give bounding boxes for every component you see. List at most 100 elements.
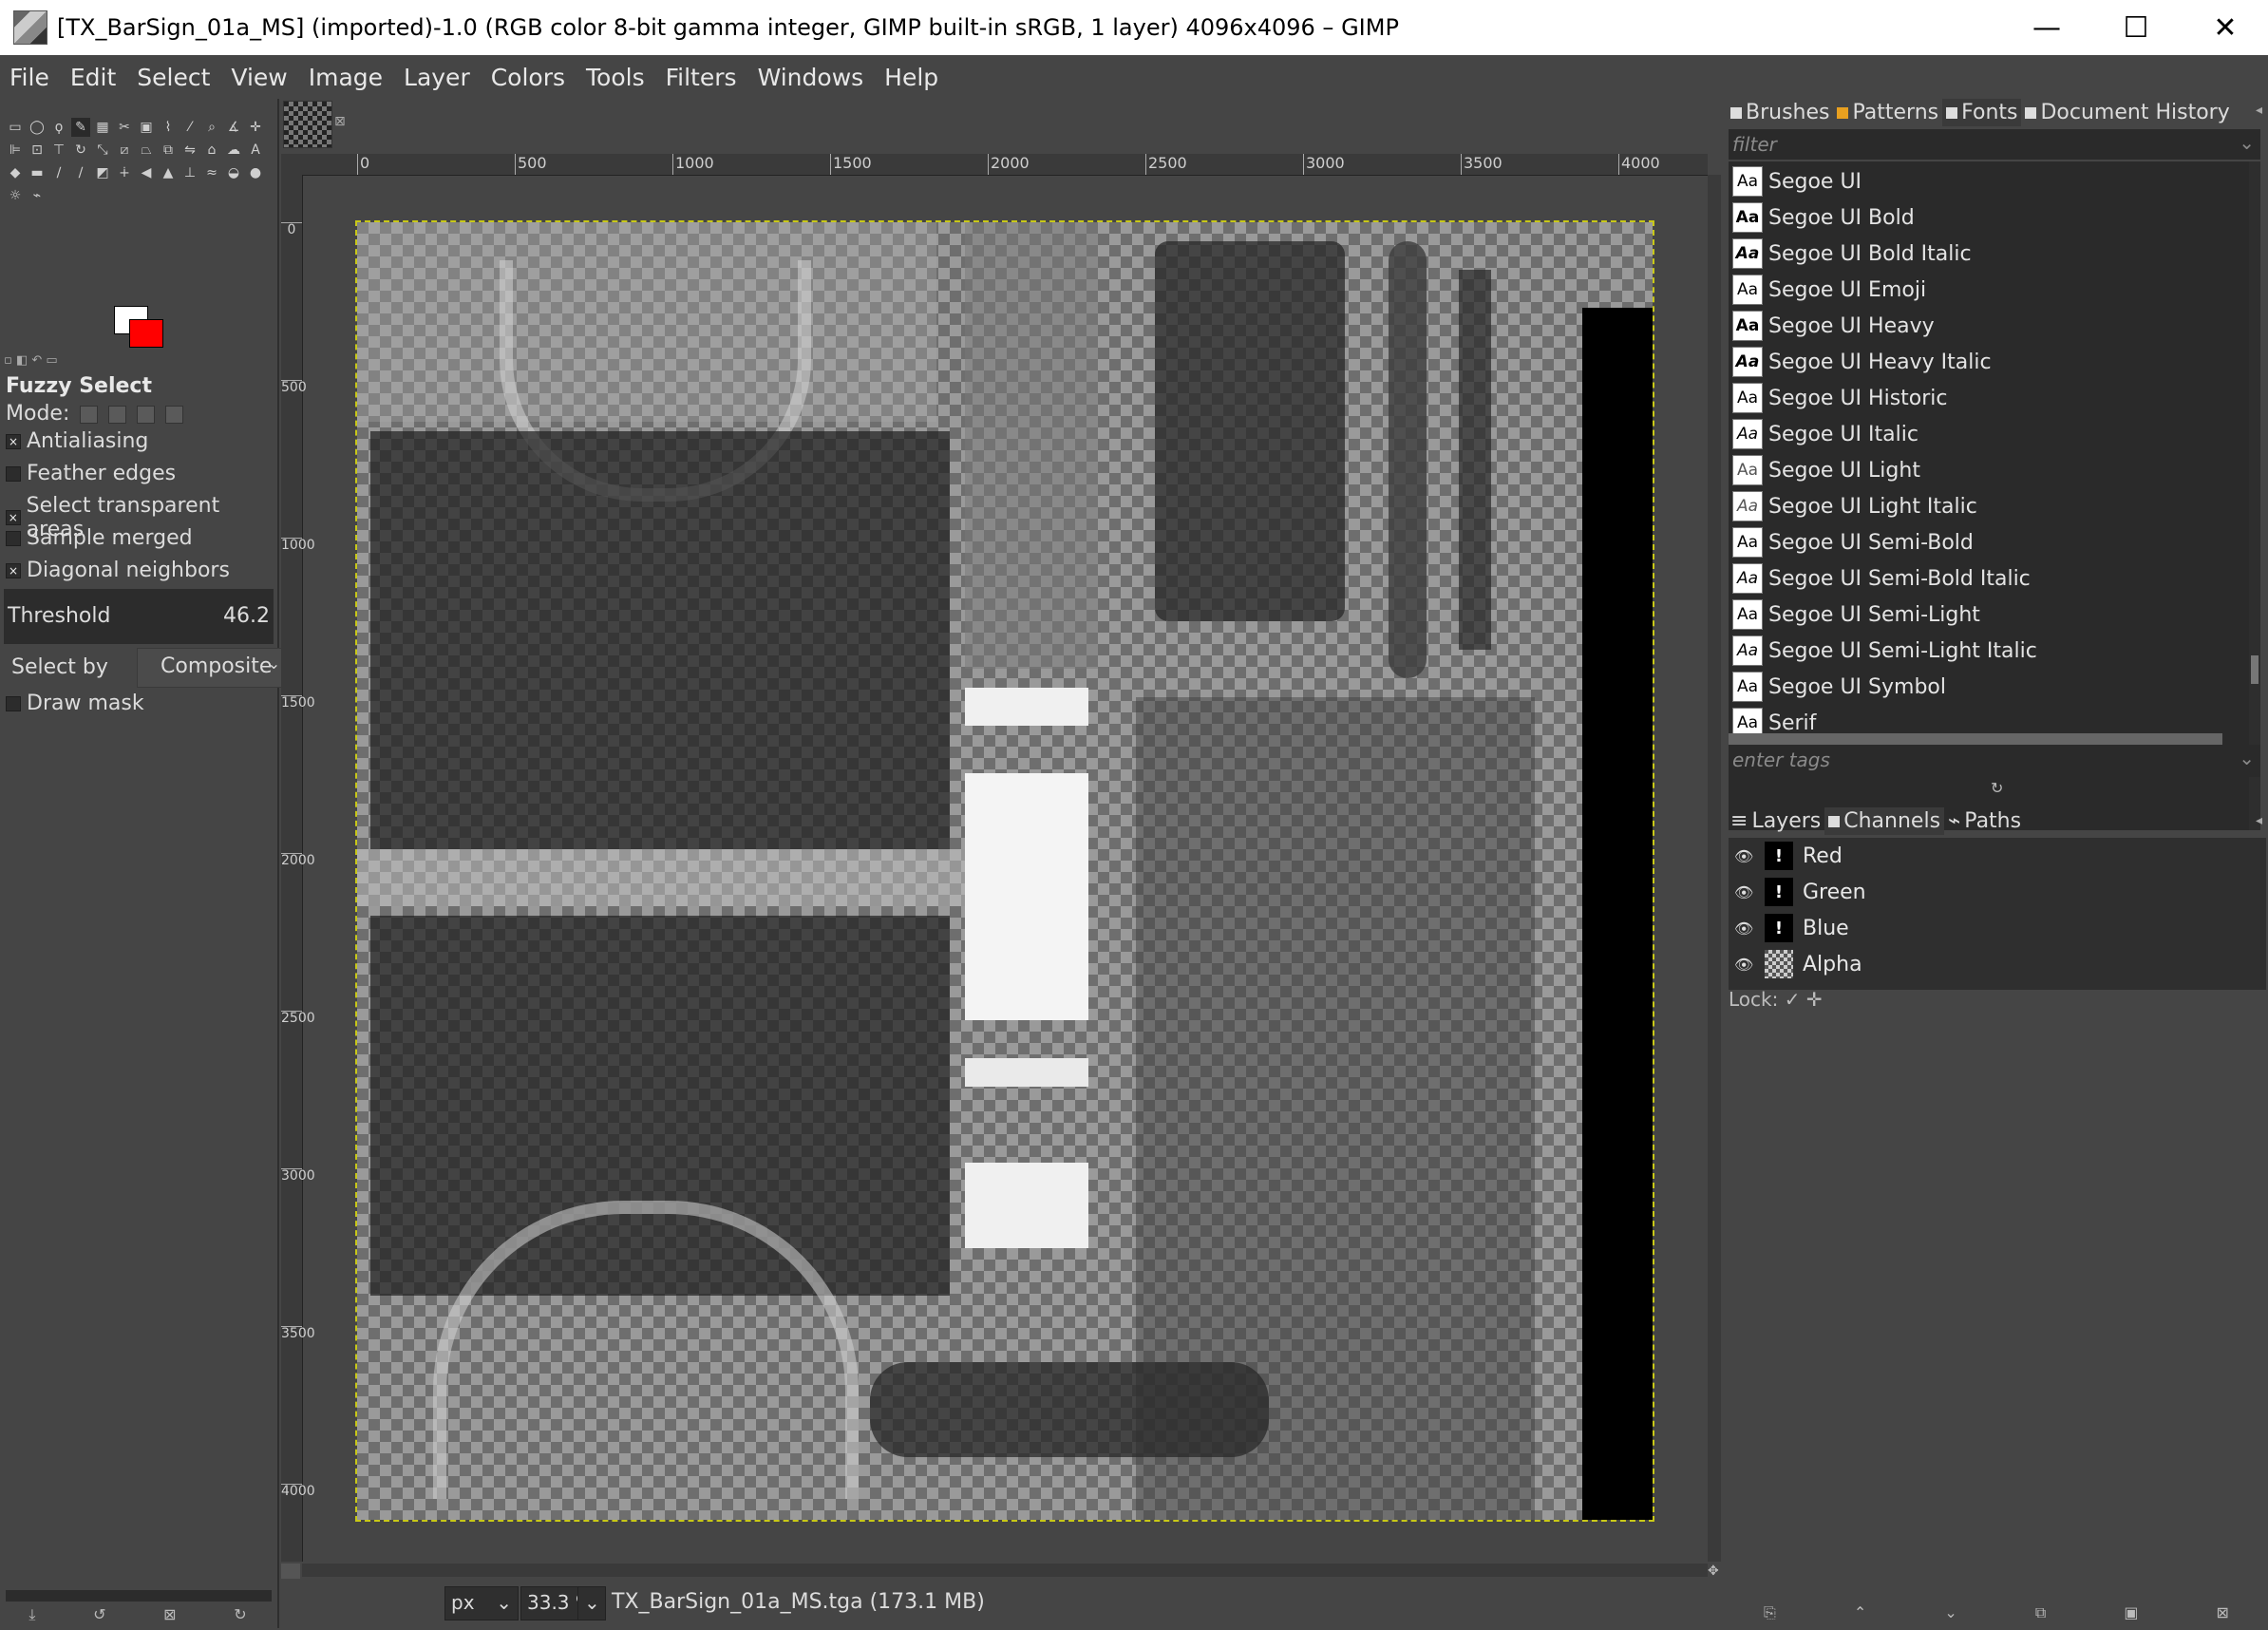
list-item[interactable]: Aa Segoe UI Semi-Light (1729, 597, 2249, 633)
select-by-color-icon[interactable]: ▦ (93, 118, 112, 137)
horizontal-ruler[interactable]: 0 500 1000 1500 2000 2500 3000 3500 4000 (302, 154, 1708, 176)
gradient-icon[interactable]: ▬ (28, 163, 47, 182)
mode-replace-button[interactable] (80, 405, 99, 424)
mode-subtract-button[interactable] (137, 405, 156, 424)
convolve-icon[interactable]: ☼ (6, 186, 25, 205)
unified-transform-icon[interactable]: ⊤ (49, 141, 68, 160)
checkbox-indicator[interactable] (6, 695, 21, 711)
rect-select-icon[interactable]: ▭ (6, 118, 25, 137)
image-canvas[interactable] (355, 220, 1654, 1522)
list-item[interactable]: Aa Segoe UI Light Italic (1729, 488, 2249, 524)
clone-icon[interactable]: ⊥ (180, 163, 199, 182)
font-list-hscrollbar[interactable] (1729, 733, 2222, 745)
chevron-down-icon[interactable]: ⌄ (577, 1586, 606, 1621)
raise-channel-icon[interactable]: ⌃ (1854, 1603, 1866, 1622)
channel-row-alpha[interactable]: 👁 Alpha (1729, 946, 2266, 982)
sample-merged-checkbox[interactable]: Sample merged (6, 526, 193, 550)
menu-layer[interactable]: Layer (404, 64, 470, 91)
menu-tools[interactable]: Tools (586, 64, 645, 91)
diagonal-neighbors-checkbox[interactable]: × Diagonal neighbors (6, 559, 230, 582)
checkbox-indicator[interactable]: × (6, 433, 21, 449)
channel-to-selection-icon[interactable]: ▣ (2124, 1603, 2138, 1622)
menu-file[interactable]: File (9, 64, 49, 91)
list-item[interactable]: Aa Segoe UI Heavy (1729, 308, 2249, 344)
mode-add-button[interactable] (108, 405, 127, 424)
channel-row-blue[interactable]: 👁 ! Blue (1729, 910, 2266, 946)
lower-channel-icon[interactable]: ⌄ (1944, 1603, 1956, 1622)
paintbrush-icon[interactable]: ∕ (71, 163, 90, 182)
menu-colors[interactable]: Colors (491, 64, 565, 91)
airbrush-icon[interactable]: ∔ (115, 163, 134, 182)
color-picker-icon[interactable]: ⁄ (180, 118, 199, 137)
dock-menu-icon[interactable]: ◂ (2256, 103, 2262, 118)
lock-icons[interactable]: ✓ ✛ (1785, 988, 1823, 1011)
ellipse-select-icon[interactable]: ◯ (28, 118, 47, 137)
shear-icon[interactable]: ⧄ (115, 141, 134, 160)
menu-image[interactable]: Image (309, 64, 383, 91)
menu-view[interactable]: View (231, 64, 287, 91)
list-item[interactable]: Aa Segoe UI Symbol (1729, 669, 2249, 705)
tab-document-history[interactable]: Document History (2021, 99, 2233, 126)
menu-filters[interactable]: Filters (666, 64, 737, 91)
align-icon[interactable]: ⊫ (6, 141, 25, 160)
threshold-slider[interactable]: Threshold 46.2 (4, 589, 274, 644)
tab-fonts[interactable]: Fonts (1942, 99, 2022, 126)
unit-dropdown[interactable]: px ⌄ (444, 1586, 519, 1621)
vertical-ruler[interactable]: 0 500 1000 1500 2000 2500 3000 3500 4000 (281, 175, 315, 1562)
warp-icon[interactable]: ☁ (224, 141, 243, 160)
text-icon[interactable]: A (246, 141, 265, 160)
menu-select[interactable]: Select (137, 64, 210, 91)
dodge-burn-icon[interactable]: ◒ (224, 163, 243, 182)
checkbox-indicator[interactable]: × (6, 562, 21, 578)
list-item[interactable]: Aa Segoe UI Semi-Bold (1729, 524, 2249, 560)
foreground-select-icon[interactable]: ▣ (137, 118, 156, 137)
pencil-icon[interactable]: ∕ (49, 163, 68, 182)
scrollbar-thumb[interactable] (2251, 655, 2259, 684)
tab-patterns[interactable]: Patterns (1833, 99, 1942, 126)
reset-options-icon[interactable]: ↻ (234, 1605, 246, 1624)
visibility-eye-icon[interactable]: 👁 (1734, 883, 1755, 901)
font-list-scrollbar[interactable] (2249, 161, 2260, 830)
checkbox-indicator[interactable]: × (6, 510, 21, 525)
paths-icon[interactable]: ⌇ (159, 118, 178, 137)
checkbox-indicator[interactable] (6, 465, 21, 482)
select-by-dropdown[interactable]: Composite ⌄ (137, 648, 283, 688)
paint-select-icon[interactable]: ⌁ (28, 186, 47, 205)
zoom-icon[interactable]: ⌕ (202, 118, 221, 137)
flip-icon[interactable]: ⇋ (180, 141, 199, 160)
measure-icon[interactable]: ∡ (224, 118, 243, 137)
ruler-corner[interactable] (281, 154, 302, 175)
horizontal-scrollbar[interactable] (302, 1564, 1708, 1577)
font-list[interactable]: Aa Segoe UI Aa Segoe UI Bold Aa Segoe UI Bo… (1729, 161, 2249, 830)
scale-icon[interactable]: ⤡ (93, 141, 112, 160)
checkbox-indicator[interactable] (6, 530, 21, 546)
3d-transform-icon[interactable]: ⧉ (159, 141, 178, 160)
tags-input[interactable]: enter tags ⌄ (1729, 745, 2260, 777)
visibility-eye-icon[interactable]: 👁 (1734, 847, 1755, 865)
heal-icon[interactable]: ● (246, 163, 265, 182)
fuzzy-select-icon[interactable]: ✎ (71, 118, 90, 137)
restore-options-icon[interactable]: ↺ (93, 1605, 105, 1624)
vertical-scrollbar[interactable] (1708, 175, 1721, 1562)
list-item[interactable]: Aa Segoe UI Semi-Light Italic (1729, 633, 2249, 669)
list-item[interactable]: Aa Segoe UI Italic (1729, 416, 2249, 452)
channels-list[interactable]: 👁 ! Red 👁 ! Green 👁 ! Blue 👁 Alpha (1729, 838, 2266, 990)
list-item[interactable]: Aa Segoe UI Bold Italic (1729, 236, 2249, 272)
move-icon[interactable]: ✛ (246, 118, 265, 137)
toolbox-scrollbar[interactable] (6, 1590, 272, 1602)
background-color-swatch[interactable] (129, 319, 163, 348)
antialiasing-checkbox[interactable]: × Antialiasing (6, 429, 148, 453)
visibility-eye-icon[interactable]: 👁 (1734, 956, 1755, 974)
rotate-icon[interactable]: ↻ (71, 141, 90, 160)
menu-help[interactable]: Help (884, 64, 938, 91)
smudge-icon[interactable]: ≈ (202, 163, 221, 182)
font-filter-input[interactable]: filter ⌄ (1729, 129, 2260, 160)
free-select-icon[interactable]: ϙ (49, 118, 68, 137)
minimize-button[interactable]: — (2002, 0, 2091, 55)
list-item[interactable]: Aa Segoe UI Heavy Italic (1729, 344, 2249, 380)
menu-windows[interactable]: Windows (758, 64, 864, 91)
visibility-eye-icon[interactable]: 👁 (1734, 919, 1755, 938)
dock-menu-icon[interactable]: ◂ (2256, 813, 2262, 828)
draw-mask-checkbox[interactable]: Draw mask (6, 692, 144, 715)
tab-paths[interactable]: ⌁ Paths (1944, 807, 2025, 835)
